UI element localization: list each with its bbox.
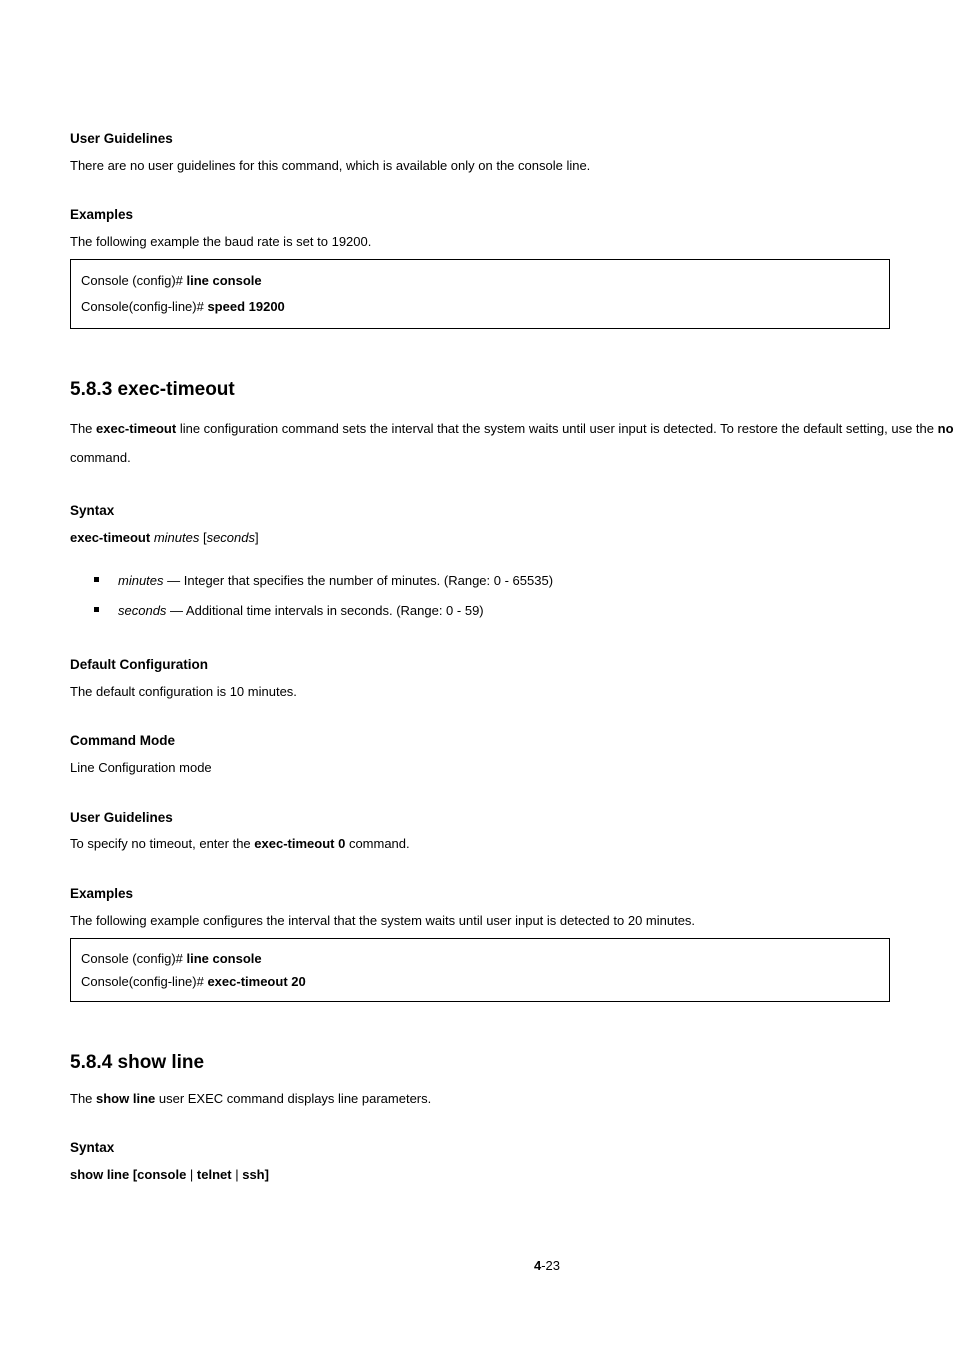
example-cmd-1a: line console: [187, 273, 262, 288]
example-prompt-2a: Console (config)#: [81, 951, 187, 966]
example-line-2b: Console(config-line)# exec-timeout 20: [81, 970, 879, 993]
example-cmd-1b: speed 19200: [207, 299, 284, 314]
syntax-mid-3: telnet: [197, 1167, 235, 1182]
intro-pre: The: [70, 421, 96, 436]
page-footer: 4-23: [70, 1256, 954, 1277]
guidelines-cmd-2: exec-timeout 0: [254, 836, 345, 851]
example-prompt-2b: Console(config-line)#: [81, 974, 207, 989]
example-line-1a: Console (config)# line console: [81, 268, 879, 294]
param-txt-minutes: — Integer that specifies the number of m…: [164, 573, 554, 588]
intro-exec-timeout: The exec-timeout line configuration comm…: [70, 415, 954, 472]
intro-no: no: [938, 421, 954, 436]
heading-syntax-2: Syntax: [70, 500, 954, 522]
intro-show-line: The show line user EXEC command displays…: [70, 1089, 954, 1110]
example-box-1: Console (config)# line console Console(c…: [70, 259, 890, 329]
param-list-2: minutes — Integer that specifies the num…: [70, 567, 954, 626]
heading-user-guidelines-2: User Guidelines: [70, 807, 954, 829]
user-guidelines-text-1: There are no user guidelines for this co…: [70, 156, 954, 177]
syntax-main-2: exec-timeout: [70, 530, 154, 545]
syntax-line-3: show line [console | telnet | ssh]: [70, 1165, 954, 1186]
param-name-seconds: seconds: [118, 603, 166, 618]
intro-pre-3: The: [70, 1091, 96, 1106]
example-cmd-2a: line console: [187, 951, 262, 966]
example-box-2: Console (config)# line console Console(c…: [70, 938, 890, 1003]
examples-lead-2: The following example configures the int…: [70, 911, 954, 932]
heading-examples-1: Examples: [70, 204, 954, 226]
heading-cmd-show-line: 5.8.4 show line: [70, 1048, 954, 1078]
example-prompt-1b: Console(config-line)#: [81, 299, 207, 314]
page-footer-num: -23: [541, 1258, 560, 1273]
param-name-minutes: minutes: [118, 573, 164, 588]
syntax-arg-seconds: seconds: [207, 530, 255, 545]
syntax-rb: ]: [255, 530, 259, 545]
syntax-line-2: exec-timeout minutes [seconds]: [70, 528, 954, 549]
default-txt-2: The default configuration is 10 minutes.: [70, 682, 954, 703]
intro-post-3: user EXEC command displays line paramete…: [155, 1091, 431, 1106]
guidelines-post-2: command.: [345, 836, 409, 851]
guidelines-2: To specify no timeout, enter the exec-ti…: [70, 834, 954, 855]
mode-txt-2: Line Configuration mode: [70, 758, 954, 779]
example-line-1b: Console(config-line)# speed 19200: [81, 294, 879, 320]
guidelines-pre-2: To specify no timeout, enter the: [70, 836, 254, 851]
intro-cmd-3: show line: [96, 1091, 155, 1106]
syntax-main-3: show line [console: [70, 1167, 190, 1182]
heading-syntax-3: Syntax: [70, 1137, 954, 1159]
intro-cmd: exec-timeout: [96, 421, 176, 436]
param-txt-seconds: — Additional time intervals in seconds. …: [166, 603, 483, 618]
intro-post: line configuration command sets the inte…: [176, 421, 937, 436]
example-line-2a: Console (config)# line console: [81, 947, 879, 970]
syntax-bar1-3: |: [190, 1167, 197, 1182]
heading-mode-2: Command Mode: [70, 730, 954, 752]
example-cmd-2b: exec-timeout 20: [207, 974, 305, 989]
syntax-tail-3: ssh]: [242, 1167, 269, 1182]
param-item-seconds: seconds — Additional time intervals in s…: [94, 597, 954, 626]
heading-default-2: Default Configuration: [70, 654, 954, 676]
param-item-minutes: minutes — Integer that specifies the num…: [94, 567, 954, 596]
heading-examples-2: Examples: [70, 883, 954, 905]
syntax-arg-minutes: minutes: [154, 530, 203, 545]
heading-user-guidelines-1: User Guidelines: [70, 128, 954, 150]
heading-cmd-exec-timeout: 5.8.3 exec-timeout: [70, 375, 954, 405]
examples-lead-1: The following example the baud rate is s…: [70, 232, 954, 253]
example-prompt-1a: Console (config)#: [81, 273, 187, 288]
